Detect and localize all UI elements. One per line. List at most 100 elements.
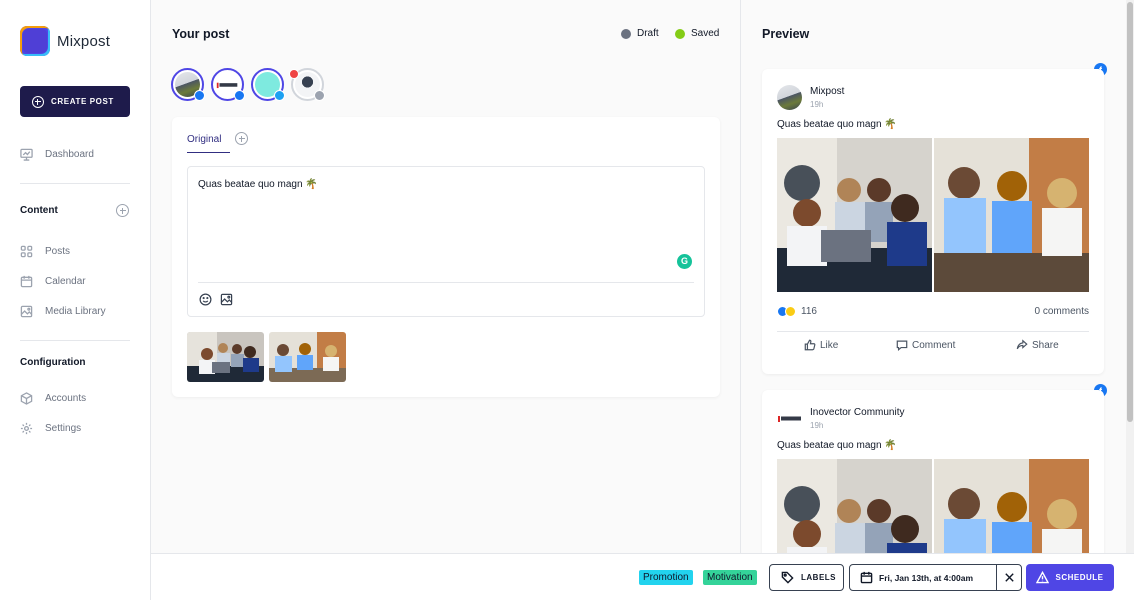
like-label: Like [820,339,839,351]
sidebar-divider [20,340,130,341]
calendar-icon [20,275,33,288]
labels-button-label: LABELS [801,573,836,582]
facebook-preview-card: Inovector Community 19h Quas beatae quo … [762,390,1104,553]
add-content-icon[interactable] [116,204,129,217]
dashboard-icon [20,148,33,161]
clear-date-button[interactable] [997,565,1021,590]
tag-icon [781,571,794,584]
sidebar-item-media-library[interactable]: Media Library [20,305,106,318]
schedule-button[interactable]: SCHEDULE [1026,564,1114,591]
preview-post-text: Quas beatae quo magn 🌴 [777,119,897,130]
bottom-action-bar: Promotion Motivation LABELS Fri, Jan 13t… [151,553,1134,600]
schedule-button-label: SCHEDULE [1055,573,1104,582]
like-action[interactable]: Like [804,339,838,351]
facebook-preview-card: Mixpost 19h Quas beatae quo magn 🌴 116 0… [762,69,1104,374]
editor-toolbar-divider [198,282,694,283]
date-picker-trigger[interactable]: Fri, Jan 13th, at 4:00am [850,565,996,590]
status-label: Saved [691,28,720,39]
share-action[interactable]: Share [1016,339,1059,351]
inovector-logo-icon [778,416,801,422]
reactions-summary[interactable]: 116 [777,306,817,317]
preview-timestamp: 19h [810,421,824,430]
add-version-icon[interactable] [235,132,248,145]
grid-icon [20,245,33,258]
preview-scrollbar[interactable] [1126,0,1134,553]
thumbs-up-icon [804,339,816,351]
post-editor-panel: Your post Draft Saved Original Quas beat… [151,0,741,553]
grammarly-icon[interactable]: G [677,254,692,269]
sidebar-item-accounts[interactable]: Accounts [20,392,86,405]
labels-button[interactable]: LABELS [769,564,844,591]
status-dot-icon [675,28,685,39]
preview-image [777,138,932,292]
image-icon [220,293,233,306]
create-post-label: CREATE POST [51,97,114,106]
app-logo[interactable]: Mixpost [20,26,110,56]
status-dot-icon [621,28,631,39]
account-inovector[interactable] [211,68,245,101]
app-name: Mixpost [57,32,111,50]
create-post-button[interactable]: CREATE POST [20,86,130,117]
preview-account-name: Inovector Community [810,407,905,418]
sidebar-item-dashboard[interactable]: Dashboard [20,148,94,161]
media-thumbnail[interactable] [269,332,346,382]
editor-card: Original Quas beatae quo magn 🌴 G [172,117,720,397]
sidebar-item-settings[interactable]: Settings [20,422,81,435]
preview-image [934,138,1089,292]
preview-image [934,459,1089,553]
photo-team-laptop [187,332,264,382]
emoji-button[interactable] [199,293,212,306]
sidebar-item-calendar[interactable]: Calendar [20,275,86,288]
comment-count[interactable]: 0 comments [1035,306,1089,317]
sidebar-item-label: Calendar [45,276,86,287]
account-twitter[interactable] [251,68,285,101]
media-thumbnail[interactable] [187,332,264,382]
post-body-editor[interactable]: Quas beatae quo magn 🌴 G [187,166,705,317]
mixpost-logo-icon [20,26,50,56]
mastodon-icon [314,90,325,101]
label-chip-motivation[interactable]: Motivation [703,570,757,585]
reaction-count: 116 [801,306,817,317]
facebook-icon [194,90,205,101]
section-title-content: Content [20,205,58,216]
sidebar-item-label: Settings [45,423,82,434]
status-saved: Saved [675,28,719,39]
photo-team-laptop [777,138,932,292]
account-mastodon[interactable] [289,68,325,101]
calendar-icon [860,571,873,584]
preview-panel: Preview f Mixpost 19h Quas beatae quo ma… [742,0,1134,553]
share-label: Share [1032,339,1059,351]
photo-team-meeting [934,138,1089,292]
close-icon [1004,573,1014,582]
twitter-icon [274,90,285,101]
preview-post-text: Quas beatae quo magn 🌴 [777,440,897,451]
share-icon [1016,339,1028,350]
error-icon [289,69,299,79]
avatar [777,85,802,110]
sidebar-item-label: Posts [45,246,71,257]
status-label: Draft [637,28,659,39]
preview-title: Preview [762,27,810,41]
schedule-date: Fri, Jan 13th, at 4:00am [879,572,974,583]
schedule-date-picker[interactable]: Fri, Jan 13th, at 4:00am [849,564,1022,591]
tab-original[interactable]: Original [187,134,230,153]
preview-divider [777,331,1089,332]
cube-icon [20,392,33,405]
emoji-icon [199,293,212,306]
post-body-text: Quas beatae quo magn 🌴 [198,179,318,190]
scrollbar-thumb[interactable] [1127,2,1133,422]
photo-team-laptop [777,459,932,553]
media-button[interactable] [220,293,233,306]
comment-action[interactable]: Comment [896,339,955,351]
status-draft: Draft [621,28,659,39]
preview-image [777,459,932,553]
image-icon [20,305,33,318]
comment-label: Comment [912,339,956,351]
preview-timestamp: 19h [810,100,824,109]
sidebar-divider [20,183,130,184]
account-mixpost[interactable] [171,68,205,101]
sidebar-item-posts[interactable]: Posts [20,245,70,258]
gear-icon [20,422,33,435]
section-title-configuration: Configuration [20,357,86,368]
label-chip-promotion[interactable]: Promotion [639,570,693,585]
